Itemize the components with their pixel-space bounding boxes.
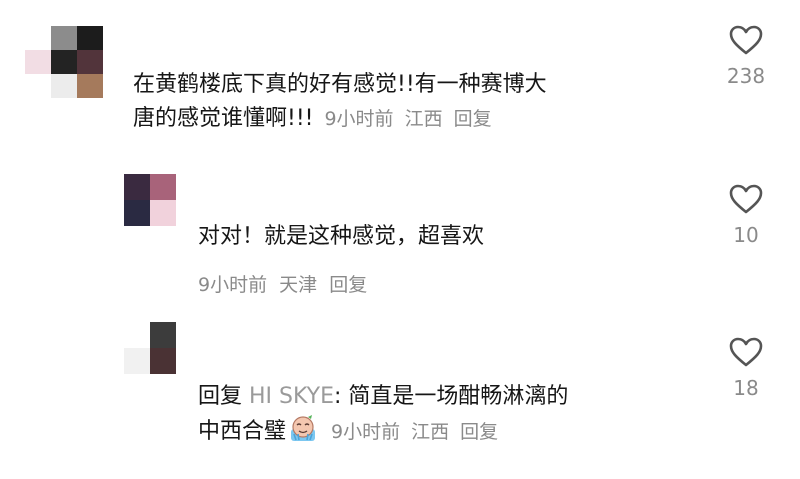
comment-location: 江西 xyxy=(411,421,450,443)
comment-text-line2: 唐的感觉谁懂啊!!! xyxy=(133,106,314,131)
reply-button[interactable]: 回复 xyxy=(460,421,498,443)
like-count: 238 xyxy=(726,64,766,88)
comment-time: 9小时前 xyxy=(198,274,268,296)
heart-outline-icon xyxy=(729,25,763,55)
comment-text: 对对！就是这种感觉，超喜欢 xyxy=(198,224,485,249)
like-count: 10 xyxy=(733,223,759,247)
comment-time: 9小时前 xyxy=(324,108,394,130)
heart-outline-icon xyxy=(729,184,763,214)
like-button[interactable]: 238 xyxy=(716,24,776,88)
like-count: 18 xyxy=(733,376,759,400)
comment-meta: 9小时前 天津 回复 xyxy=(198,270,373,300)
comment-text: 回复 HI SKYE: 简直是一场酣畅淋漓的 中西合璧 9小时前 江西 回复 xyxy=(198,380,568,455)
crying-sweat-emoji-icon xyxy=(288,414,318,455)
comment-text-line: 唐的感觉谁懂啊!!! 9小时前 江西 回复 xyxy=(133,102,547,136)
comment-text: 在黄鹤楼底下真的好有感觉!!有一种赛博大 唐的感觉谁懂啊!!! 9小时前 江西 … xyxy=(133,68,547,136)
comment-text-line: 在黄鹤楼底下真的好有感觉!!有一种赛博大 xyxy=(133,72,547,97)
reply-prefix: 回复 xyxy=(198,384,243,409)
comment-location: 天津 xyxy=(279,274,318,296)
comment-text-line: 中西合璧 9小时前 江西 回复 xyxy=(198,414,568,455)
comment-text-line2: 中西合璧 xyxy=(198,419,287,444)
comment-location: 江西 xyxy=(404,108,443,130)
avatar[interactable] xyxy=(124,322,176,374)
like-button[interactable]: 10 xyxy=(716,183,776,247)
avatar[interactable] xyxy=(124,174,176,226)
comment-time: 9小时前 xyxy=(331,421,401,443)
comment-text-line1: : 简直是一场酣畅淋漓的 xyxy=(334,384,569,409)
avatar[interactable] xyxy=(25,26,103,98)
comment-text-line: 回复 HI SKYE: 简直是一场酣畅淋漓的 xyxy=(198,380,568,414)
like-button[interactable]: 18 xyxy=(716,336,776,400)
reply-button[interactable]: 回复 xyxy=(329,274,367,296)
reply-button[interactable]: 回复 xyxy=(454,108,492,130)
reply-to-username[interactable]: HI SKYE xyxy=(249,384,334,409)
heart-outline-icon xyxy=(729,337,763,367)
